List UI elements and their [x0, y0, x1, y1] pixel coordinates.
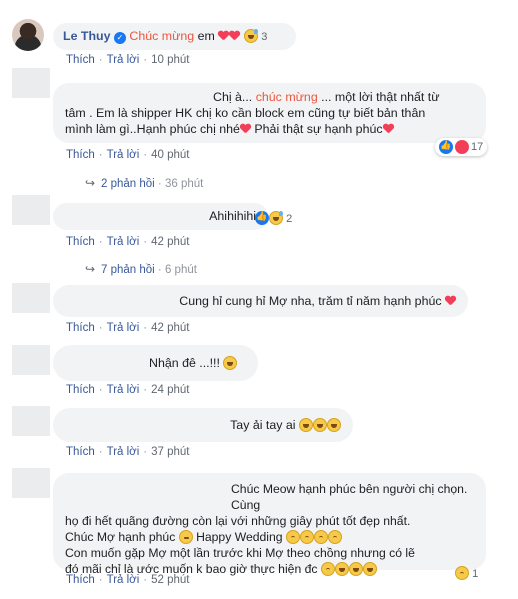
sad-reaction-icon [455, 566, 469, 580]
comment-bubble: Cung hỉ cung hỉ Mợ nha, trăm tỉ năm hạnh… [53, 285, 468, 317]
comment-line: Con muốn gặp Mợ một lần trước khi Mợ the… [65, 546, 415, 560]
avatar[interactable] [12, 19, 44, 51]
grin-sweat-emoji-icon [243, 29, 258, 43]
like-link[interactable]: Thích [66, 384, 95, 396]
comment-highlight: Chúc mừng [129, 29, 195, 43]
comment-time[interactable]: 40 phút [151, 149, 189, 161]
comment-actions: Thích · Trả lời · 42 phút [66, 236, 190, 248]
comment-time[interactable]: 37 phút [151, 446, 189, 458]
comment-line: mình làm gì..Hạnh phúc chị nhé Phải thật… [65, 121, 474, 137]
reply-arrow-icon: ↪ [85, 176, 96, 190]
comment-highlight: chúc mừng [255, 90, 318, 104]
comment-actions: Thích · Trả lời · 24 phút [66, 384, 190, 396]
comment-bubble: Nhận đê ...!!! [53, 345, 258, 381]
like-link[interactable]: Thích [66, 446, 95, 458]
heart-icon [240, 124, 251, 134]
like-link[interactable]: Thích [66, 54, 95, 66]
comment-time[interactable]: 10 phút [151, 54, 189, 66]
sad-emoji-icon [313, 530, 328, 544]
avatar[interactable] [12, 195, 50, 225]
heart-icon [383, 124, 394, 134]
reply-link[interactable]: Trả lời [107, 446, 140, 458]
comment-line: Chị à... chúc mừng ... một lời thật nhất… [213, 90, 440, 104]
comment-text: Tay ải tay ai [230, 418, 296, 432]
like-link[interactable]: Thích [66, 574, 95, 586]
comment-bubble: Ahihihihi [53, 203, 268, 230]
reply-link[interactable]: Trả lời [107, 54, 140, 66]
reply-link[interactable]: Trả lời [107, 384, 140, 396]
comment-bubble: Le Thuy ✓ Chúc mừng em 3 [53, 23, 296, 50]
comment-line: Chúc Meow hạnh phúc bên người chị chọn. … [231, 482, 468, 512]
sad-emoji-icon [327, 530, 342, 544]
smile-emoji-icon [362, 562, 377, 576]
avatar[interactable] [12, 406, 50, 436]
comment-line: tâm . Em là shipper HK chị ko cần block … [65, 106, 426, 120]
reply-arrow-icon: ↪ [85, 262, 96, 276]
like-link[interactable]: Thích [66, 236, 95, 248]
grin-emoji-icon [313, 418, 327, 432]
reply-link[interactable]: Trả lời [107, 149, 140, 161]
view-replies[interactable]: ↪ 7 phản hồi · 6 phút [85, 262, 197, 276]
commenter-name[interactable]: Le Thuy [63, 29, 111, 43]
reaction-summary[interactable]: 1 [455, 566, 478, 580]
reaction-count: 17 [471, 141, 484, 153]
sad-emoji-icon [285, 530, 300, 544]
grin-emoji-icon [327, 418, 341, 432]
sad-emoji-icon [320, 562, 335, 576]
sad-emoji-icon [299, 530, 314, 544]
view-replies[interactable]: ↪ 2 phản hồi · 36 phút [85, 176, 203, 190]
like-link[interactable]: Thích [66, 149, 95, 161]
like-reaction-icon [439, 140, 453, 154]
grin-emoji-icon [223, 356, 238, 370]
smile-emoji-icon [348, 562, 363, 576]
comment-text: Nhận đê ...!!! [149, 356, 220, 370]
avatar[interactable] [12, 468, 50, 498]
reaction-count: 1 [472, 568, 479, 580]
heart-icon [229, 31, 240, 41]
comment-text: Cung hỉ cung hỉ Mợ nha, trăm tỉ năm hạnh… [179, 294, 442, 308]
avatar[interactable] [12, 68, 50, 98]
avatar[interactable] [12, 283, 50, 313]
comment-line: Chúc Mợ hạnh phúc Happy Wedding [65, 529, 474, 545]
grin-emoji-icon [299, 418, 313, 432]
comment-bubble: Chị à... chúc mừng ... một lời thật nhất… [53, 83, 486, 143]
smile-emoji-icon [334, 562, 349, 576]
comment-time[interactable]: 42 phút [151, 322, 189, 334]
like-link[interactable]: Thích [66, 322, 95, 334]
avatar[interactable] [12, 345, 50, 375]
reply-link[interactable]: Trả lời [107, 574, 140, 586]
comment-time[interactable]: 24 phút [151, 384, 189, 396]
love-reaction-icon [455, 140, 469, 154]
comment-actions: Thích · Trả lời · 52 phút [66, 574, 190, 586]
reaction-summary[interactable]: 2 [255, 211, 292, 225]
heart-icon [445, 296, 456, 306]
verified-badge-icon: ✓ [113, 32, 126, 44]
comment-line: họ đi hết quãng đường còn lại với những … [65, 514, 411, 528]
comment-actions: Thích · Trả lời · 42 phút [66, 322, 190, 334]
reaction-count[interactable]: 3 [261, 31, 267, 43]
comment-text: em [194, 29, 215, 43]
comment-actions: Thích · Trả lời · 10 phút [66, 54, 190, 66]
comment-text: Ahihihihi [209, 209, 256, 223]
comment-bubble: Tay ải tay ai [53, 408, 353, 442]
comment-actions: Thích · Trả lời · 37 phút [66, 446, 190, 458]
grin-sweat-emoji-icon [269, 211, 283, 225]
comment-time[interactable]: 42 phút [151, 236, 189, 248]
comment-bubble: Chúc Meow hạnh phúc bên người chị chọn. … [53, 473, 486, 576]
smile-emoji-icon [178, 530, 193, 544]
reply-link[interactable]: Trả lời [107, 322, 140, 334]
like-reaction-icon [255, 211, 269, 225]
comment-time[interactable]: 52 phút [151, 574, 189, 586]
reply-link[interactable]: Trả lời [107, 236, 140, 248]
reaction-summary[interactable]: 17 [435, 138, 488, 156]
reaction-count: 2 [286, 213, 293, 225]
comment-actions: Thích · Trả lời · 40 phút [66, 149, 190, 161]
